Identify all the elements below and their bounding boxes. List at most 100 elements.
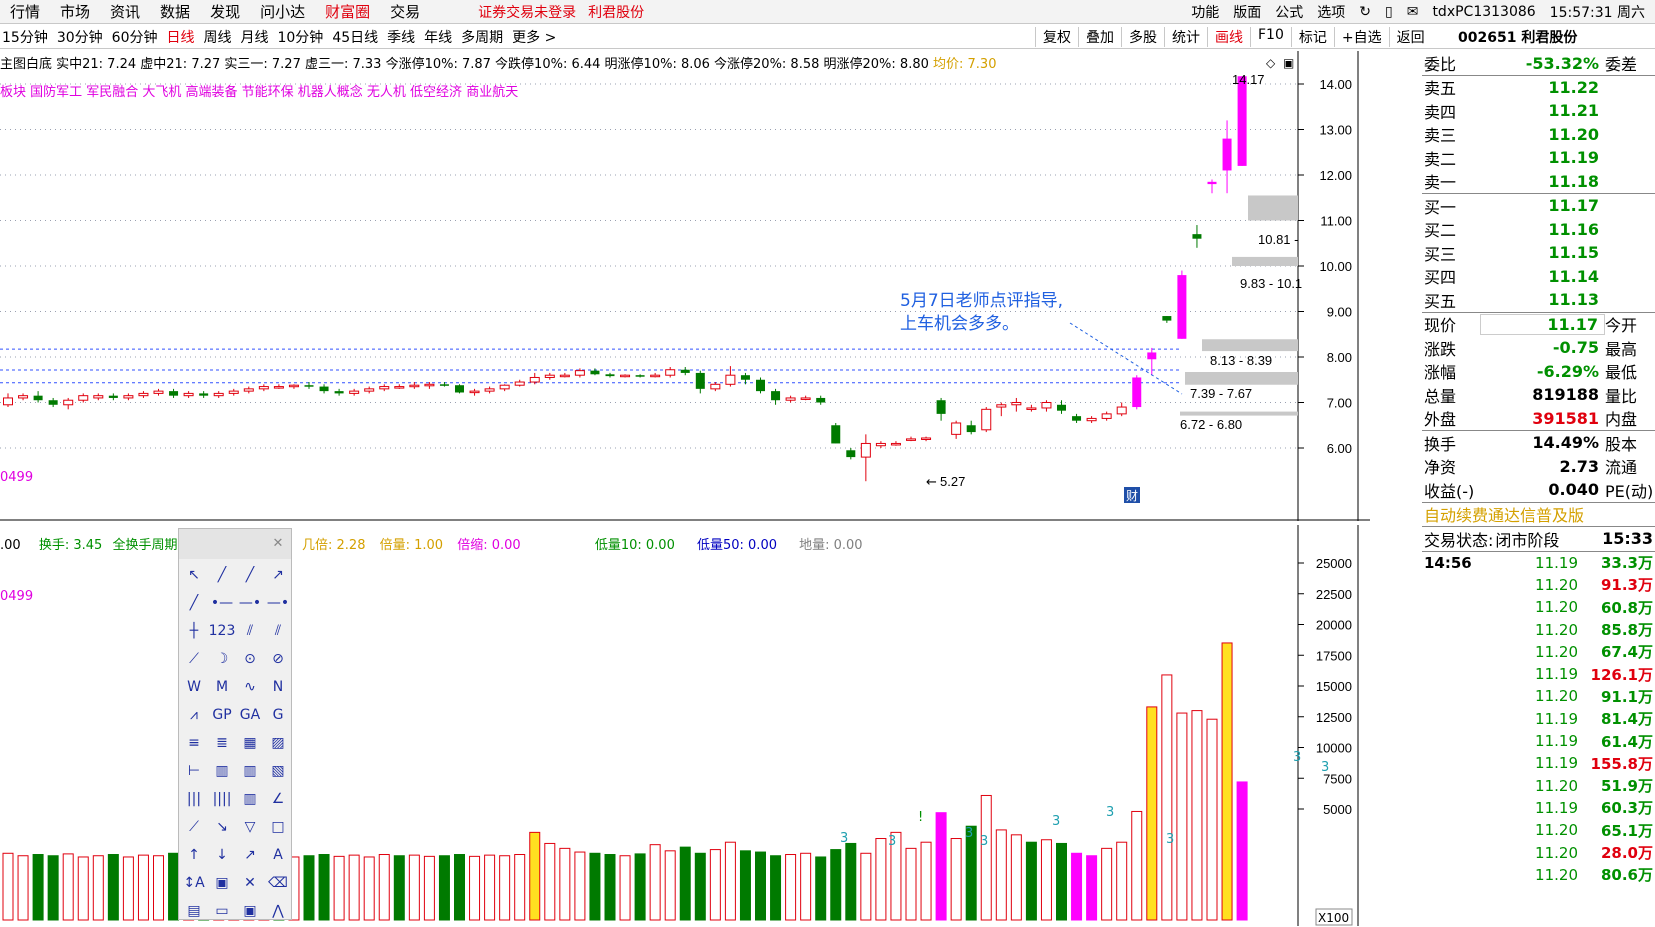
chart-tool-6[interactable]: 标记 — [1290, 26, 1334, 47]
period-tab-7[interactable]: 45日线 — [332, 27, 378, 47]
h-line-icon[interactable]: —• — [236, 589, 264, 617]
refresh-icon[interactable]: ↻ — [1359, 4, 1371, 20]
menu-banmian[interactable]: 版面 — [1233, 2, 1261, 22]
mail-icon[interactable]: ✉ — [1407, 4, 1419, 20]
period-tab-11[interactable]: 更多 > — [512, 27, 556, 47]
price-axis-label-5: 9.00 — [1327, 305, 1352, 320]
candle-body-81 — [1222, 138, 1232, 171]
wave-m-icon[interactable]: M — [208, 673, 236, 701]
menu-item-6[interactable]: 财富圈 — [315, 1, 380, 22]
pointer-icon[interactable]: ↖ — [180, 561, 208, 589]
gp-icon[interactable]: GP — [208, 701, 236, 729]
period-tab-0[interactable]: 15分钟 — [2, 27, 48, 47]
polyline-icon[interactable]: ⩘ — [180, 701, 208, 729]
arc-icon[interactable]: ☽ — [208, 645, 236, 673]
menu-item-1[interactable]: 市场 — [50, 1, 100, 22]
down-mark-icon[interactable]: ↓ — [208, 841, 236, 869]
bar-grid-icon[interactable]: ▥ — [236, 785, 264, 813]
menu-item-4[interactable]: 发现 — [200, 1, 250, 22]
buy-sell-icon[interactable]: ↗ — [236, 841, 264, 869]
phone-icon[interactable]: ▯ — [1385, 4, 1393, 20]
ga-icon[interactable]: GA — [236, 701, 264, 729]
erase-icon[interactable]: ⌫ — [264, 869, 292, 897]
fib-line-icon[interactable]: ⟋ — [180, 645, 208, 673]
parallel-icon[interactable]: ⫽ — [236, 617, 264, 645]
cycle-icon[interactable]: ⊘ — [264, 645, 292, 673]
screenshot-icon[interactable]: ▣ — [236, 897, 264, 925]
period-tab-6[interactable]: 10分钟 — [277, 27, 323, 47]
line-icon[interactable]: ╱ — [208, 561, 236, 589]
menu-item-7[interactable]: 交易 — [380, 1, 430, 22]
chart-tool-0[interactable]: 复权 — [1035, 26, 1078, 47]
period-tab-10[interactable]: 多周期 — [461, 27, 503, 47]
menu-item-2[interactable]: 资讯 — [100, 1, 150, 22]
price-label-icon[interactable]: 123 — [208, 617, 236, 645]
menu-gongshi[interactable]: 公式 — [1275, 2, 1303, 22]
fan-icon[interactable]: ⟋ — [180, 813, 208, 841]
wave-w-icon[interactable]: W — [180, 673, 208, 701]
toolbox-header[interactable]: ✕ — [179, 529, 291, 559]
period-tab-5[interactable]: 月线 — [240, 27, 268, 47]
rectangle-icon[interactable]: □ — [264, 813, 292, 841]
grid-icon[interactable]: ▦ — [236, 729, 264, 757]
chart-tool-3[interactable]: 统计 — [1164, 26, 1207, 47]
candlestick-chart[interactable]: 14.00 13.00 12.00 11.00 10.00 9.00 8.00 7.00 6.0… — [0, 51, 1370, 521]
arrow-line-icon[interactable]: ↗ — [264, 561, 292, 589]
period-tab-2[interactable]: 60分钟 — [112, 27, 158, 47]
fib-fan-icon[interactable]: ≡ — [180, 729, 208, 757]
h-ray-icon[interactable]: —• — [264, 589, 292, 617]
menu-item-3[interactable]: 数据 — [150, 1, 200, 22]
fib-retrace-icon[interactable]: ≣ — [208, 729, 236, 757]
menu-item-0[interactable]: 行情 — [0, 1, 50, 22]
diagonal-icon[interactable]: ╱ — [180, 589, 208, 617]
chart-tool-7[interactable]: +自选 — [1333, 26, 1389, 47]
delete-icon[interactable]: ✕ — [236, 869, 264, 897]
promo-text[interactable]: 自动续费通达信普及版 — [1422, 502, 1584, 526]
chart-tool-2[interactable]: 多股 — [1121, 26, 1164, 47]
down-arrow-icon[interactable]: ↘ — [208, 813, 236, 841]
ruler-icon[interactable]: ▭ — [208, 897, 236, 925]
period-tab-9[interactable]: 年线 — [424, 27, 452, 47]
angle-icon[interactable]: ∠ — [264, 785, 292, 813]
ray-icon[interactable]: ╱ — [236, 561, 264, 589]
block-icon[interactable]: ▣ — [208, 869, 236, 897]
gann-icon[interactable]: ▧ — [264, 757, 292, 785]
time-zone-icon[interactable]: ▥ — [236, 757, 264, 785]
weibi-label: 委比 — [1424, 55, 1457, 75]
g-icon[interactable]: G — [264, 701, 292, 729]
chart-tool-5[interactable]: F10 — [1250, 26, 1291, 47]
up-mark-icon[interactable]: ↑ — [180, 841, 208, 869]
channel-icon[interactable]: ⫽ — [264, 617, 292, 645]
close-icon[interactable]: ✕ — [269, 535, 287, 553]
period-tab-3[interactable]: 日线 — [166, 27, 194, 47]
menu-gongneng[interactable]: 功能 — [1191, 2, 1219, 22]
period-icon[interactable]: ⊢ — [180, 757, 208, 785]
triangle-icon[interactable]: ▽ — [236, 813, 264, 841]
multi-bars-icon[interactable]: ||| — [180, 785, 208, 813]
trade-login-status[interactable]: 证券交易未登录 — [478, 2, 576, 22]
period-tab-4[interactable]: 周线 — [203, 27, 231, 47]
chart-tool-1[interactable]: 叠加 — [1078, 26, 1121, 47]
bars-icon[interactable]: ▥ — [208, 757, 236, 785]
label-icon[interactable]: ↕A — [180, 869, 208, 897]
circle-icon[interactable]: ⊙ — [236, 645, 264, 673]
menu-item-5[interactable]: 问小达 — [250, 1, 315, 22]
v-line-icon[interactable]: ┼ — [180, 617, 208, 645]
ladder-icon[interactable]: ▨ — [264, 729, 292, 757]
period-tab-1[interactable]: 30分钟 — [57, 27, 103, 47]
trend-icon[interactable]: ∿ — [236, 673, 264, 701]
h-segment-icon[interactable]: •— — [208, 589, 236, 617]
zigzag-icon[interactable]: N — [264, 673, 292, 701]
list-icon[interactable]: ▤ — [180, 897, 208, 925]
measure-icon[interactable]: ⋀ — [264, 897, 292, 925]
dense-bars-icon[interactable]: |||| — [208, 785, 236, 813]
tick-list[interactable]: 14:56 11.19 33.3万 11.20 91.3万 11.20 60.8万 11.20… — [1422, 552, 1655, 886]
menu-xuanxiang[interactable]: 选项 — [1317, 2, 1345, 22]
quote-row-3: 总量 819188 量比 — [1422, 383, 1655, 407]
chart-tool-8[interactable]: 返回 — [1388, 26, 1432, 47]
text-icon[interactable]: A — [264, 841, 292, 869]
quote-label2-4: 内盘 — [1605, 410, 1638, 430]
promo-banner[interactable]: 自动续费通达信普及版 — [1422, 503, 1655, 527]
chart-tool-4[interactable]: 画线 — [1207, 26, 1250, 47]
period-tab-8[interactable]: 季线 — [387, 27, 415, 47]
